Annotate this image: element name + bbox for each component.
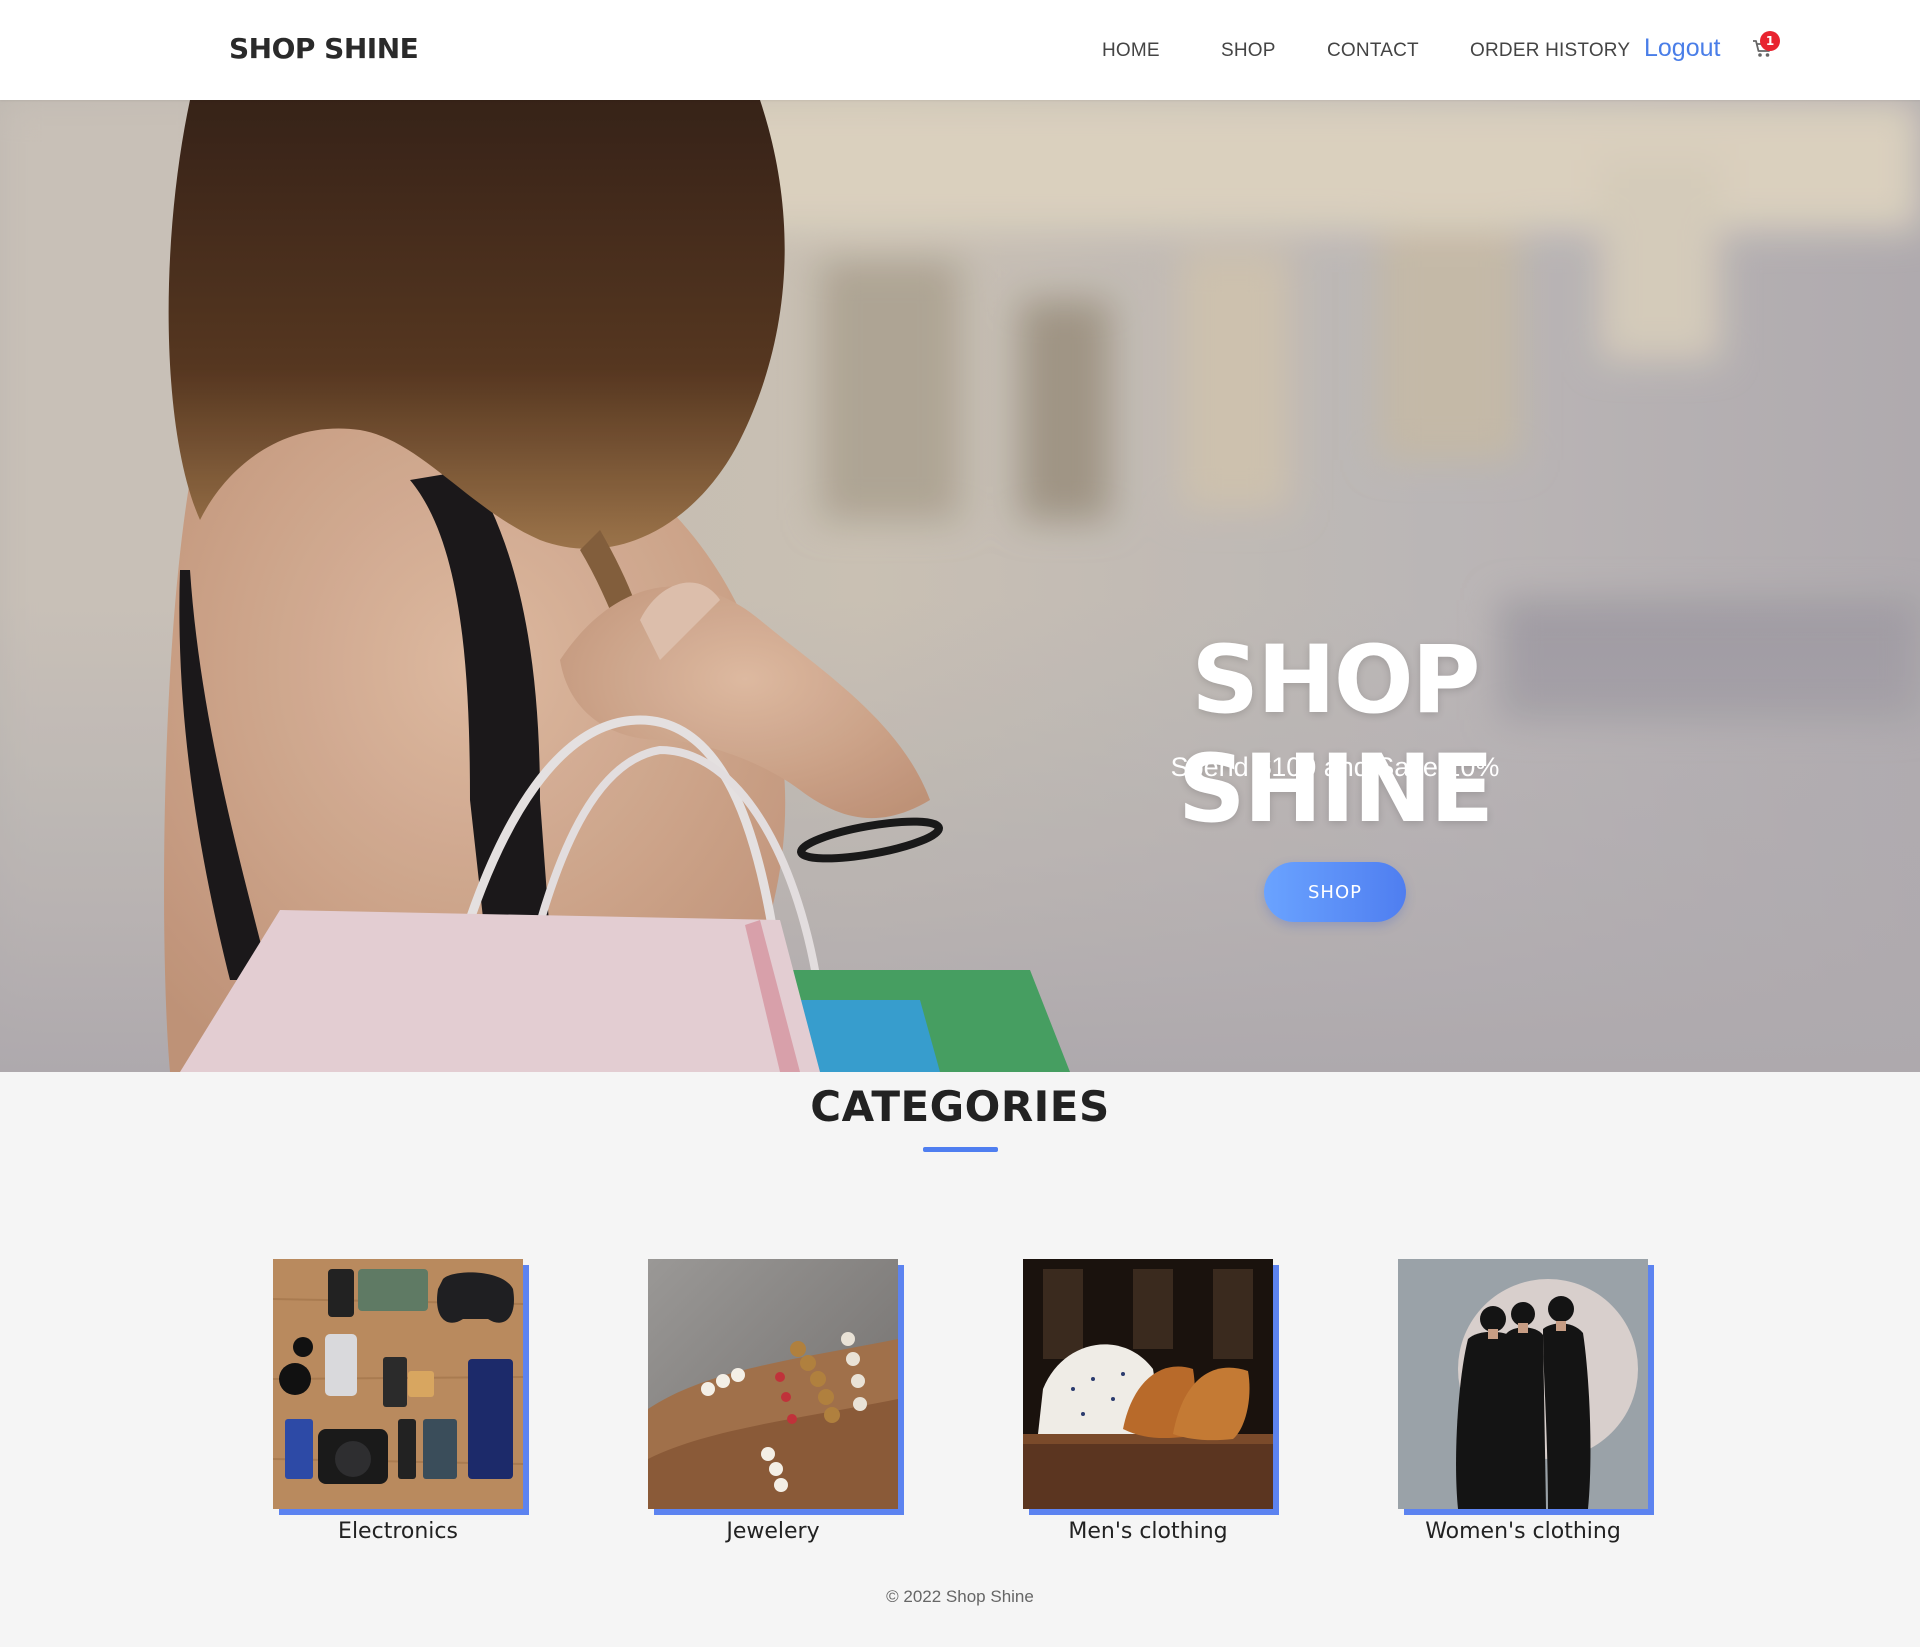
category-label[interactable]: Men's clothing	[1003, 1519, 1293, 1544]
jewelery-image	[648, 1259, 898, 1509]
category-label[interactable]: Women's clothing	[1378, 1519, 1668, 1544]
hero-banner: SHOP SHINE Spend $100 and Save 10% SHOP	[0, 100, 1920, 1072]
womens-clothing-image	[1398, 1259, 1648, 1509]
cart-count-badge: 1	[1760, 31, 1780, 51]
category-label[interactable]: Electronics	[253, 1519, 543, 1544]
nav-order-history-link[interactable]: ORDER HISTORY	[1470, 40, 1630, 62]
categories-heading: CATEGORIES	[810, 1082, 1110, 1131]
categories-underline	[923, 1147, 998, 1152]
footer-copyright: © 2022 Shop Shine	[886, 1587, 1034, 1606]
navbar: SHOP SHINE HOME SHOP CONTACT ORDER HISTO…	[0, 0, 1920, 100]
mens-clothing-image	[1023, 1259, 1273, 1509]
hero-background-image	[0, 100, 1920, 1072]
hero-title: SHOP SHINE	[1177, 626, 1494, 844]
electronics-image	[273, 1259, 523, 1509]
hero-subtitle: Spend $100 and Save 10%	[1170, 752, 1500, 782]
category-label[interactable]: Jewelery	[628, 1519, 918, 1544]
brand-logo[interactable]: SHOP SHINE	[229, 32, 419, 65]
nav-shop-link[interactable]: SHOP	[1221, 40, 1276, 62]
logout-link[interactable]: Logout	[1644, 34, 1720, 63]
nav-home-link[interactable]: HOME	[1102, 40, 1160, 62]
hero-shop-button[interactable]: SHOP	[1264, 862, 1406, 922]
nav-contact-link[interactable]: CONTACT	[1327, 40, 1419, 62]
